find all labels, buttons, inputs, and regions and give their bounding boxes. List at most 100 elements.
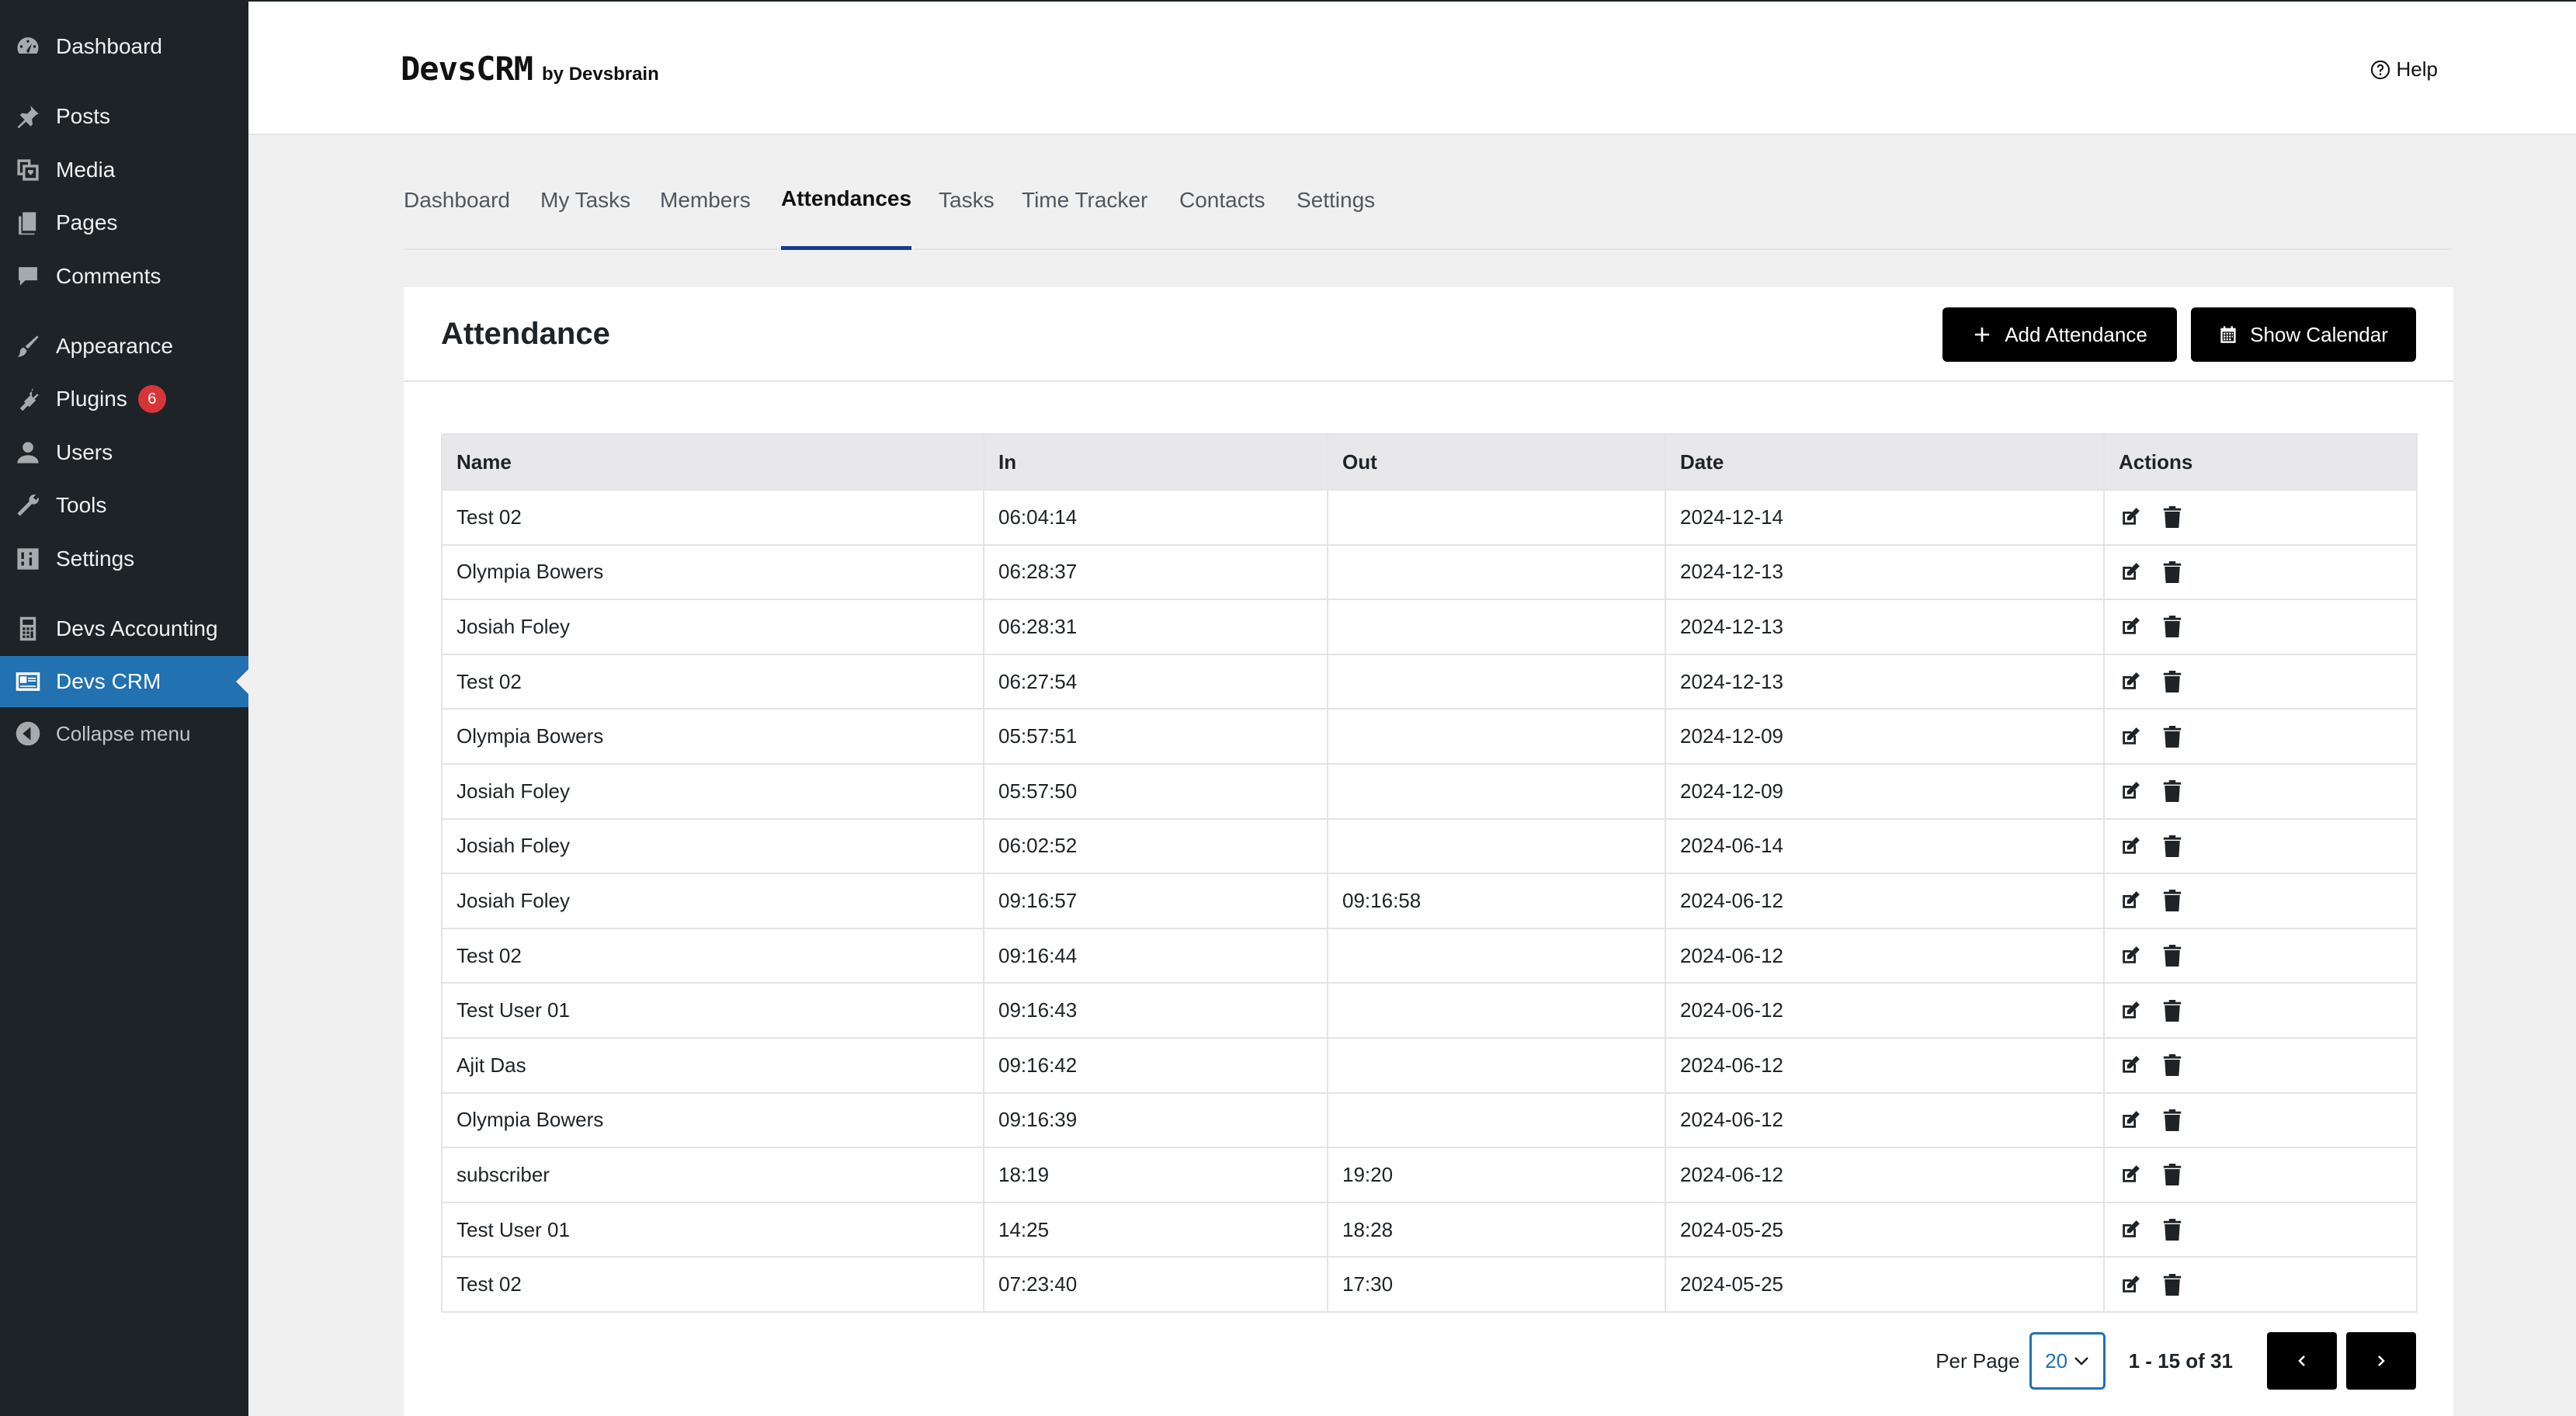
sidebar-item-label: Devs CRM: [56, 669, 161, 693]
sidebar-item-devs-accounting[interactable]: Devs Accounting: [0, 603, 248, 654]
cell-actions: [2103, 982, 2418, 1039]
edit-icon[interactable]: [2119, 560, 2142, 584]
collapse-menu-button[interactable]: Collapse menu: [0, 708, 248, 759]
column-header-out[interactable]: Out: [1327, 433, 1666, 491]
row-actions: [2119, 1109, 2416, 1132]
row-actions: [2119, 505, 2416, 529]
cell-name: Test 02: [441, 489, 984, 546]
show-calendar-label: Show Calendar: [2250, 322, 2388, 346]
column-header-in[interactable]: In: [983, 433, 1328, 491]
sidebar-item-plugins[interactable]: Plugins 6: [0, 373, 248, 425]
help-label: Help: [2396, 57, 2438, 81]
cell-in: 06:28:31: [983, 599, 1328, 655]
cell-date: 2024-12-13: [1665, 653, 2105, 710]
row-actions: [2119, 835, 2416, 858]
tab-time-tracker[interactable]: Time Tracker: [1022, 188, 1147, 250]
trash-icon[interactable]: [2161, 1053, 2184, 1077]
trash-icon[interactable]: [2161, 615, 2184, 638]
cell-date: 2024-12-13: [1665, 599, 2105, 655]
sidebar-item-label: Posts: [56, 104, 111, 128]
edit-icon[interactable]: [2119, 725, 2142, 748]
cell-date: 2024-12-13: [1665, 543, 2105, 601]
table-row: Test User 01 14:25 18:28 2024-05-25: [441, 1201, 2418, 1258]
edit-icon[interactable]: [2119, 1218, 2142, 1241]
edit-icon[interactable]: [2119, 505, 2142, 529]
add-attendance-button[interactable]: Add Attendance: [1942, 307, 2177, 362]
tab-members[interactable]: Members: [660, 188, 751, 250]
sidebar-item-posts[interactable]: Posts: [0, 91, 248, 142]
sidebar-item-appearance[interactable]: Appearance: [0, 321, 248, 372]
edit-icon[interactable]: [2119, 999, 2142, 1022]
trash-icon[interactable]: [2161, 835, 2184, 858]
cell-in: 05:57:50: [983, 762, 1328, 820]
cell-name: Ajit Das: [441, 1036, 984, 1094]
pagination-range: 1 - 15 of 31: [2128, 1348, 2233, 1373]
tab-attendances[interactable]: Attendances: [781, 186, 912, 250]
sidebar-item-pages[interactable]: Pages: [0, 197, 248, 248]
cell-date: 2024-12-14: [1665, 489, 2105, 546]
show-calendar-button[interactable]: Show Calendar: [2191, 307, 2416, 362]
sidebar-item-label: Devs Accounting: [56, 616, 218, 640]
edit-icon[interactable]: [2119, 615, 2142, 638]
edit-icon[interactable]: [2119, 889, 2142, 912]
trash-icon[interactable]: [2161, 1218, 2184, 1241]
dashboard-icon: [14, 33, 42, 61]
edit-icon[interactable]: [2119, 1109, 2142, 1132]
trash-icon[interactable]: [2161, 1163, 2184, 1186]
cell-name: Josiah Foley: [441, 599, 984, 655]
edit-icon[interactable]: [2119, 670, 2142, 693]
cell-actions: [2103, 762, 2418, 820]
table-row: Test 02 09:16:44 2024-06-12: [441, 927, 2418, 984]
trash-icon[interactable]: [2161, 779, 2184, 803]
trash-icon[interactable]: [2161, 889, 2184, 912]
cell-out: [1327, 817, 1666, 875]
sidebar-item-media[interactable]: Media: [0, 144, 248, 196]
trash-icon[interactable]: [2161, 560, 2184, 584]
trash-icon[interactable]: [2161, 1109, 2184, 1132]
trash-icon[interactable]: [2161, 670, 2184, 693]
calendar-icon: [2220, 326, 2236, 343]
column-header-date[interactable]: Date: [1665, 433, 2105, 491]
next-page-button[interactable]: [2346, 1332, 2416, 1390]
prev-page-button[interactable]: [2267, 1332, 2337, 1390]
column-header-name[interactable]: Name: [441, 433, 984, 491]
cell-actions: [2103, 599, 2418, 655]
sidebar-item-label: Plugins: [56, 387, 127, 411]
brush-icon: [14, 332, 42, 360]
tab-tasks[interactable]: Tasks: [939, 188, 995, 250]
sidebar-item-users[interactable]: Users: [0, 427, 248, 478]
sidebar-item-label: Pages: [56, 210, 118, 234]
per-page-select[interactable]: 20: [2029, 1332, 2106, 1390]
table-row: Josiah Foley 06:02:52 2024-06-14: [441, 817, 2418, 875]
tab-contacts[interactable]: Contacts: [1179, 188, 1265, 250]
tab-settings[interactable]: Settings: [1297, 188, 1375, 250]
plugin-icon: [14, 385, 42, 413]
sidebar-item-comments[interactable]: Comments: [0, 251, 248, 302]
sidebar-item-tools[interactable]: Tools: [0, 480, 248, 531]
sidebar-item-settings[interactable]: Settings: [0, 533, 248, 585]
attendance-card: Attendance Add Attendance Show Calendar …: [404, 287, 2453, 1416]
edit-icon[interactable]: [2119, 1273, 2142, 1296]
edit-icon[interactable]: [2119, 944, 2142, 967]
trash-icon[interactable]: [2161, 725, 2184, 748]
row-actions: [2119, 615, 2416, 638]
trash-icon[interactable]: [2161, 505, 2184, 529]
trash-icon[interactable]: [2161, 944, 2184, 967]
cell-in: 09:16:44: [983, 927, 1328, 984]
edit-icon[interactable]: [2119, 1053, 2142, 1077]
tab-dashboard[interactable]: Dashboard: [404, 188, 510, 250]
trash-icon[interactable]: [2161, 999, 2184, 1022]
help-link[interactable]: Help: [2370, 57, 2438, 82]
tab-my-tasks[interactable]: My Tasks: [540, 188, 630, 250]
sidebar-item-devs-crm[interactable]: Devs CRM: [0, 656, 248, 707]
edit-icon[interactable]: [2119, 779, 2142, 803]
edit-icon[interactable]: [2119, 1163, 2142, 1186]
sidebar-item-dashboard[interactable]: Dashboard: [0, 21, 248, 72]
help-icon: [2370, 60, 2390, 79]
row-actions: [2119, 560, 2416, 584]
cell-out: 18:28: [1327, 1201, 1666, 1258]
sidebar-item-label: Comments: [56, 264, 161, 288]
column-header-actions: Actions: [2103, 433, 2418, 491]
trash-icon[interactable]: [2161, 1273, 2184, 1296]
edit-icon[interactable]: [2119, 835, 2142, 858]
